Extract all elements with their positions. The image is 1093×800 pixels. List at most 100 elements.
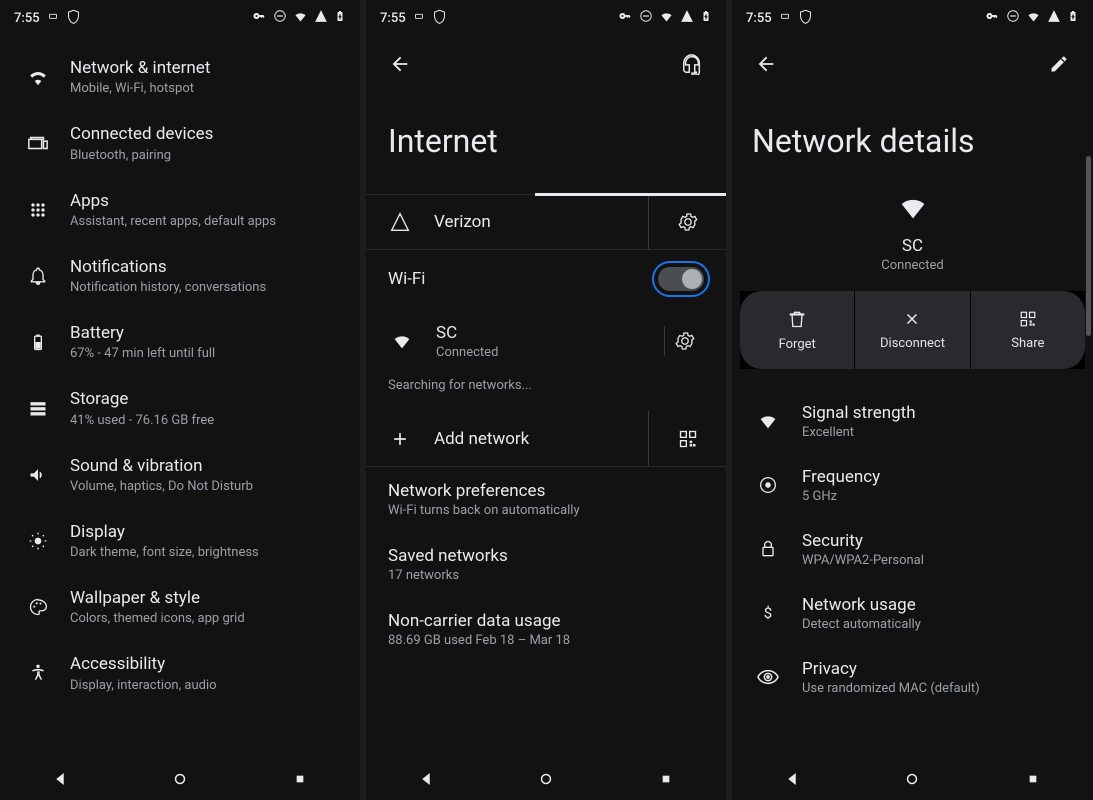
shield-icon xyxy=(66,9,81,28)
network-status: Connected xyxy=(881,258,943,273)
carrier-settings-button[interactable] xyxy=(648,195,726,249)
searching-status: Searching for networks... xyxy=(366,374,726,411)
saved-networks-item[interactable]: Saved networks 17 networks xyxy=(366,532,726,597)
nav-back-button[interactable] xyxy=(412,765,440,793)
wifi-icon xyxy=(24,63,52,91)
wifi-label: Wi-Fi xyxy=(388,269,658,289)
connected-network-item[interactable]: SC Connected xyxy=(436,323,664,360)
vpn-icon xyxy=(251,10,267,26)
sound-icon xyxy=(24,461,52,489)
silent-icon xyxy=(778,9,792,27)
nav-recent-button[interactable] xyxy=(1019,765,1047,793)
wifi-icon xyxy=(293,9,308,28)
settings-item-battery[interactable]: Battery67% - 47 min left until full xyxy=(0,309,360,375)
vpn-icon xyxy=(984,10,1000,26)
tab-indicator xyxy=(535,193,726,196)
help-button[interactable] xyxy=(674,46,710,82)
settings-item-accessibility[interactable]: AccessibilityDisplay, interaction, audio xyxy=(0,640,360,706)
battery-icon xyxy=(24,328,52,356)
detail-frequency[interactable]: Frequency5 GHz xyxy=(732,453,1093,517)
wifi-icon xyxy=(1026,9,1041,28)
network-preferences-item[interactable]: Network preferences Wi-Fi turns back on … xyxy=(366,467,726,532)
signal-icon xyxy=(386,212,414,232)
bell-icon xyxy=(24,262,52,290)
nav-home-button[interactable] xyxy=(532,765,560,793)
settings-item-storage[interactable]: Storage41% used - 76.16 GB free xyxy=(0,375,360,441)
wifi-icon xyxy=(659,9,674,28)
nav-home-button[interactable] xyxy=(898,765,926,793)
internet-screen: 7:55 Internet Verizon Wi-Fi SC Connected xyxy=(366,0,726,800)
dnd-icon xyxy=(273,9,287,27)
silent-icon xyxy=(46,9,60,27)
wifi-icon xyxy=(754,410,782,432)
data-usage-item[interactable]: Non-carrier data usage 88.69 GB used Feb… xyxy=(366,597,726,662)
shield-icon xyxy=(798,9,813,28)
apps-icon xyxy=(24,196,52,224)
nav-recent-button[interactable] xyxy=(286,765,314,793)
scrollbar[interactable] xyxy=(1086,156,1091,336)
nav-back-button[interactable] xyxy=(46,765,74,793)
share-button[interactable]: Share xyxy=(971,291,1085,369)
nav-back-button[interactable] xyxy=(778,765,806,793)
detail-usage[interactable]: Network usageDetect automatically xyxy=(732,581,1093,645)
add-network-item[interactable]: Add network xyxy=(366,411,648,466)
accessibility-icon xyxy=(24,659,52,687)
dollar-icon xyxy=(754,603,782,623)
nav-recent-button[interactable] xyxy=(652,765,680,793)
settings-list: Network & internetMobile, Wi-Fi, hotspot… xyxy=(0,36,360,707)
signal-icon xyxy=(680,9,694,27)
wifi-toggle[interactable] xyxy=(658,267,704,291)
status-bar: 7:55 xyxy=(366,0,726,36)
page-title: Network details xyxy=(732,92,1093,184)
palette-icon xyxy=(24,593,52,621)
status-bar: 7:55 xyxy=(0,0,360,36)
detail-privacy[interactable]: PrivacyUse randomized MAC (default) xyxy=(732,645,1093,709)
settings-item-sound[interactable]: Sound & vibrationVolume, haptics, Do Not… xyxy=(0,442,360,508)
back-button[interactable] xyxy=(748,46,784,82)
settings-screen: 7:55 Network & internetMobile, Wi-Fi, ho… xyxy=(0,0,360,800)
settings-item-network[interactable]: Network & internetMobile, Wi-Fi, hotspot xyxy=(0,44,360,110)
network-ssid: SC xyxy=(902,236,923,256)
edit-button[interactable] xyxy=(1041,46,1077,82)
back-button[interactable] xyxy=(382,46,418,82)
nav-home-button[interactable] xyxy=(166,765,194,793)
lock-icon xyxy=(754,539,782,559)
network-details-screen: 7:55 Network details SC Connected Forget… xyxy=(732,0,1093,800)
status-time: 7:55 xyxy=(380,11,406,26)
status-bar: 7:55 xyxy=(732,0,1093,36)
navigation-bar xyxy=(366,758,726,800)
signal-icon xyxy=(314,9,328,27)
settings-item-apps[interactable]: AppsAssistant, recent apps, default apps xyxy=(0,177,360,243)
detail-security[interactable]: SecurityWPA/WPA2-Personal xyxy=(732,517,1093,581)
vpn-icon xyxy=(617,10,633,26)
status-time: 7:55 xyxy=(14,11,40,26)
dnd-icon xyxy=(1006,9,1020,27)
shield-icon xyxy=(432,9,447,28)
disconnect-button[interactable]: Disconnect xyxy=(855,291,969,369)
wifi-icon xyxy=(388,330,416,352)
frequency-icon xyxy=(754,474,782,496)
network-settings-button[interactable] xyxy=(664,326,704,356)
settings-item-display[interactable]: DisplayDark theme, font size, brightness xyxy=(0,508,360,574)
navigation-bar xyxy=(732,758,1093,800)
battery-icon xyxy=(1067,8,1079,28)
scan-qr-button[interactable] xyxy=(648,411,726,466)
carrier-item[interactable]: Verizon xyxy=(366,195,648,249)
silent-icon xyxy=(412,9,426,27)
battery-icon xyxy=(700,8,712,28)
detail-signal[interactable]: Signal strengthExcellent xyxy=(732,389,1093,453)
forget-button[interactable]: Forget xyxy=(740,291,854,369)
brightness-icon xyxy=(24,527,52,555)
wifi-icon xyxy=(896,190,930,228)
eye-icon xyxy=(754,666,782,688)
signal-icon xyxy=(1047,9,1061,27)
settings-item-wallpaper[interactable]: Wallpaper & styleColors, themed icons, a… xyxy=(0,574,360,640)
settings-item-devices[interactable]: Connected devicesBluetooth, pairing xyxy=(0,110,360,176)
page-title: Internet xyxy=(366,92,726,194)
storage-icon xyxy=(24,394,52,422)
status-time: 7:55 xyxy=(746,11,772,26)
navigation-bar xyxy=(0,758,360,800)
battery-icon xyxy=(334,8,346,28)
plus-icon xyxy=(386,429,414,449)
settings-item-notifications[interactable]: NotificationsNotification history, conve… xyxy=(0,243,360,309)
